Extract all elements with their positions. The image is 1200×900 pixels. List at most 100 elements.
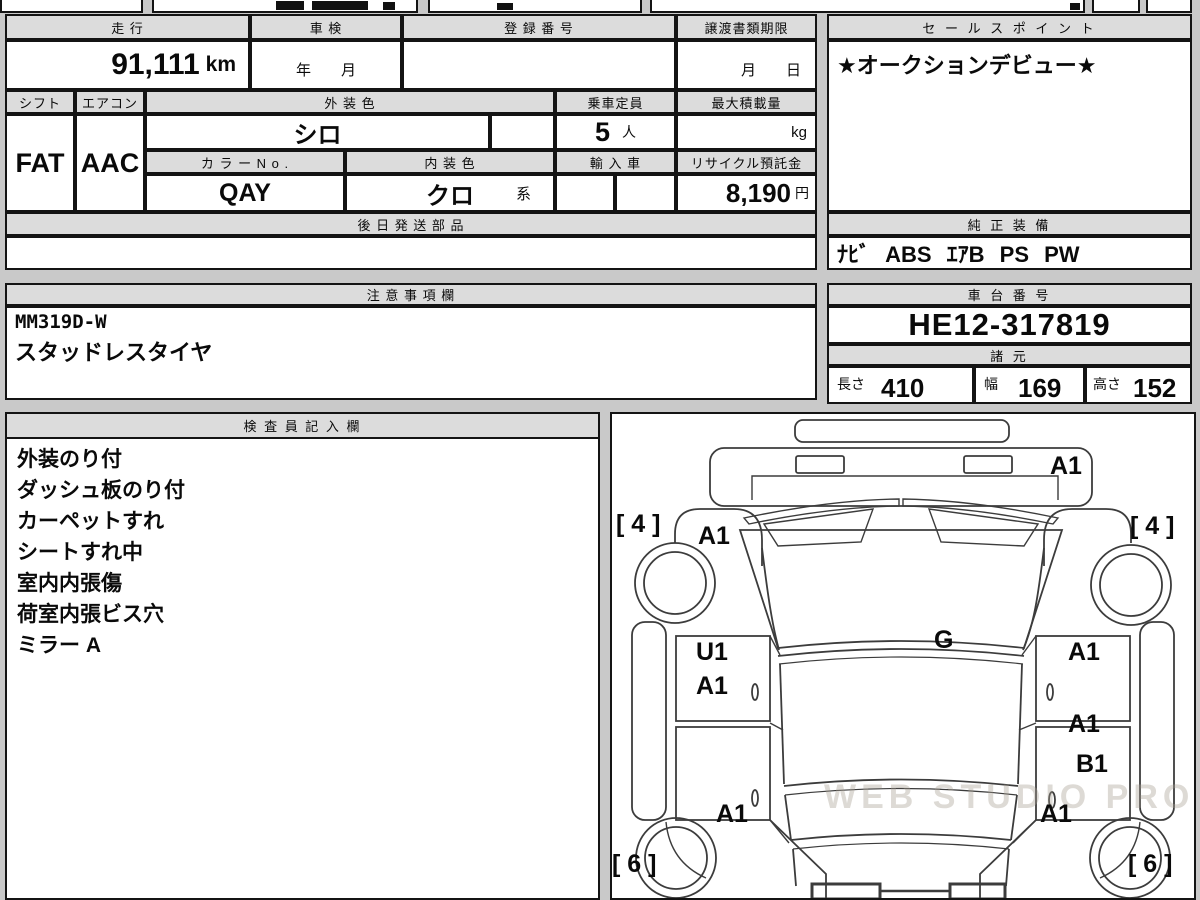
damage-label-roof-g: G: [934, 626, 954, 654]
aircon-value-cell: AAC: [75, 114, 145, 212]
max-load-unit: kg: [791, 123, 807, 141]
mileage-value-cell: 91,111 km: [5, 40, 250, 90]
cutoff-cell: [1146, 0, 1192, 13]
later-parts-header: 後 日 発 送 部 品: [5, 212, 817, 236]
capacity-value: 5: [594, 116, 611, 147]
spec-width-label: 幅: [984, 376, 998, 392]
shift-value-cell: FAT: [5, 114, 75, 212]
inspector-list: 外装のり付 ダッシュ板のり付 カーペットすれ シートすれ中 室内内張傷 荷室内張…: [7, 439, 598, 666]
inspection-placeholder: 年 月: [295, 62, 356, 79]
damage-label-right-front-door: A1: [1068, 638, 1100, 666]
spec-height-label: 高さ: [1093, 376, 1121, 392]
sales-point-header: セ ー ル ス ポ イ ン ト: [827, 14, 1192, 40]
capacity-unit: 人: [622, 124, 637, 140]
max-load-header: 最大積載量: [676, 90, 817, 114]
spec-height-cell: 高さ 152: [1085, 366, 1192, 404]
shift-value: FAT: [15, 147, 65, 178]
notes-header: 注 意 事 項 欄: [5, 283, 817, 306]
inspector-line: 室内内張傷: [17, 572, 122, 595]
inspector-line: ミラー A: [17, 634, 101, 657]
cut-off-text-fragment: [383, 2, 395, 10]
recycle-deposit-value: 8,190: [725, 177, 791, 208]
interior-color-header: 内 装 色: [345, 150, 555, 174]
spec-length-label: 長さ: [837, 376, 865, 392]
notes-line: スタッドレスタイヤ: [15, 340, 213, 365]
cut-off-text-fragment: [497, 3, 513, 10]
mileage-value: 91,111: [111, 48, 200, 81]
transfer-deadline-header: 譲渡書類期限: [676, 14, 817, 40]
capacity-value-cell: 5 人: [555, 114, 676, 150]
recycle-deposit-header: リサイクル預託金: [676, 150, 817, 174]
inspection-header: 車 検: [250, 14, 402, 40]
exterior-color-value: シロ: [293, 121, 342, 149]
inspector-line: 荷室内張ビス穴: [17, 603, 164, 626]
transfer-deadline-value-cell: 月 日: [676, 40, 817, 90]
shift-header: シフト: [5, 90, 75, 114]
imported-extra-cell: [615, 174, 676, 212]
chassis-number-header: 車 台 番 号: [827, 283, 1192, 306]
recycle-deposit-value-cell: 8,190 円: [676, 174, 817, 212]
imported-header: 輸 入 車: [555, 150, 676, 174]
watermark-text: WEB STUDIO PRO: [824, 778, 1195, 816]
inspection-value-cell: 年 月: [250, 40, 402, 90]
inspector-header: 検 査 員 記 入 欄: [7, 414, 598, 439]
interior-color-suffix: 系: [515, 185, 531, 203]
car-diagram-panel: WEB STUDIO PRO A1 [ 4 ] [ 4 ] A1 U1 A1 G…: [610, 412, 1196, 900]
equipment-body: ﾅﾋﾞ ABS ｴｱB PS PW: [827, 236, 1192, 270]
auction-sheet-page: { "page": {"background": "#c9c9c9"}, "ve…: [0, 0, 1200, 900]
registration-value-cell: [402, 40, 676, 90]
transfer-placeholder: 月 日: [740, 62, 801, 79]
exterior-color-extra-cell: [490, 114, 555, 150]
spec-length-cell: 長さ 410: [827, 366, 974, 404]
color-no-value: QAY: [219, 178, 271, 207]
damage-label-right-rear-door: A1: [1068, 710, 1100, 738]
color-no-value-cell: QAY: [145, 174, 345, 212]
tire-depth-label-front-left: [ 4 ]: [616, 510, 661, 538]
mileage-header: 走 行: [5, 14, 250, 40]
sales-point-body: ★オークションデビュー★: [827, 40, 1192, 212]
chassis-number-value: HE12-317819: [908, 307, 1111, 342]
max-load-value-cell: kg: [676, 114, 817, 150]
cutoff-cell: [0, 0, 143, 13]
cut-off-text-fragment: [1070, 3, 1080, 10]
cut-off-text-fragment: [276, 1, 304, 10]
interior-color-value: クロ: [426, 182, 474, 210]
spec-length-value: 410: [881, 373, 925, 403]
damage-label-front-panel: A1: [1050, 452, 1082, 480]
cutoff-cell: [428, 0, 642, 13]
imported-value-cell: [555, 174, 615, 212]
mileage-unit: km: [205, 53, 236, 76]
recycle-deposit-unit: 円: [795, 185, 809, 201]
damage-label-left-fender: A1: [698, 522, 730, 550]
equipment-header: 純 正 装 備: [827, 212, 1192, 236]
tire-depth-label-front-right: [ 4 ]: [1130, 512, 1175, 540]
capacity-header: 乗車定員: [555, 90, 676, 114]
inspector-line: 外装のり付: [17, 448, 122, 471]
registration-number-header: 登 録 番 号: [402, 14, 676, 40]
inspector-panel: 検 査 員 記 入 欄 外装のり付 ダッシュ板のり付 カーペットすれ シートすれ…: [5, 412, 600, 900]
inspector-line: シートすれ中: [17, 541, 143, 564]
interior-color-value-cell: クロ 系: [345, 174, 555, 212]
damage-label-left-quarter: A1: [716, 800, 748, 828]
damage-label-left-front-door-a1: A1: [696, 672, 728, 700]
notes-line: MM319D-W: [15, 311, 107, 333]
spec-width-cell: 幅 169: [974, 366, 1085, 404]
chassis-number-cell: HE12-317819: [827, 306, 1192, 344]
exterior-color-value-cell: シロ: [145, 114, 490, 150]
tire-depth-label-rear-left: [ 6 ]: [612, 850, 657, 878]
damage-label-left-front-door-u1: U1: [696, 638, 728, 666]
aircon-value: AAC: [80, 147, 140, 178]
notes-body: MM319D-W スタッドレスタイヤ: [5, 306, 817, 400]
cutoff-cell: [650, 0, 1085, 13]
spec-width-value: 169: [1018, 373, 1062, 403]
spec-height-value: 152: [1133, 373, 1177, 403]
tire-depth-label-rear-right: [ 6 ]: [1128, 850, 1173, 878]
exterior-color-header: 外 装 色: [145, 90, 555, 114]
inspector-line: カーペットすれ: [17, 510, 164, 533]
inspector-line: ダッシュ板のり付: [17, 479, 185, 502]
later-parts-value-cell: [5, 236, 817, 270]
sales-point-text: ★オークションデビュー★: [837, 53, 1097, 78]
cut-off-text-fragment: [312, 1, 368, 10]
damage-label-right-rear-b1: B1: [1076, 750, 1108, 778]
equipment-text: ﾅﾋﾞ ABS ｴｱB PS PW: [837, 242, 1080, 267]
